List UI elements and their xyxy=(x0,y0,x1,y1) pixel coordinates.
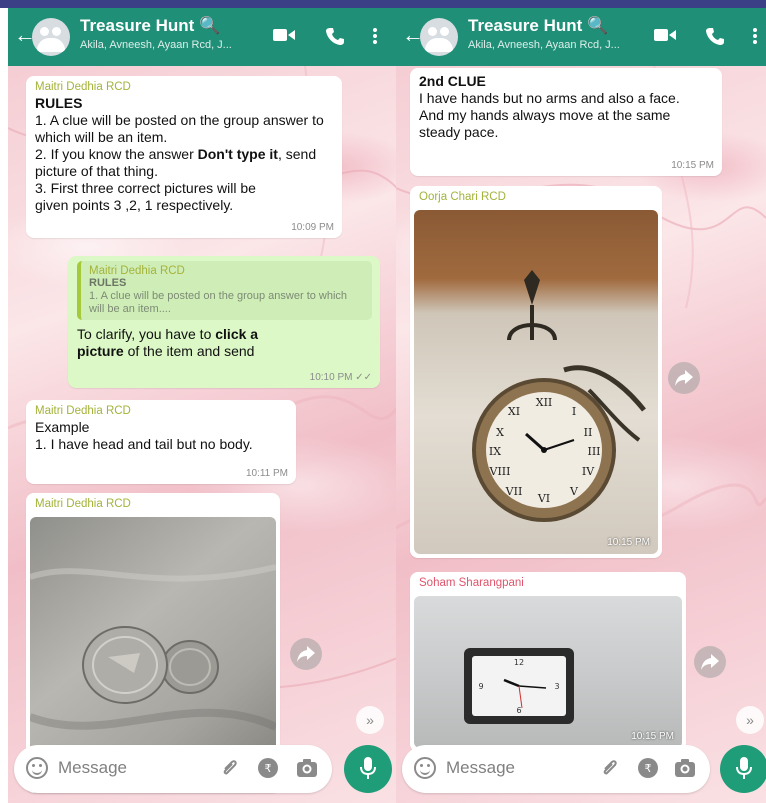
message-sender[interactable]: Oorja Chari RCD xyxy=(414,190,658,207)
chat-header: ← Treasure Hunt 🔍 Akila, Avneesh, Ayaan … xyxy=(396,8,766,66)
payment-icon[interactable]: ₹ xyxy=(638,758,658,783)
example-line-2: 1. I have head and tail but no body. xyxy=(35,436,253,452)
camera-icon[interactable] xyxy=(296,758,318,783)
svg-text:X: X xyxy=(496,426,504,439)
mic-button[interactable] xyxy=(720,745,766,793)
svg-text:VII: VII xyxy=(505,485,523,498)
image-time: 10:15 PM xyxy=(631,731,674,742)
svg-text:III: III xyxy=(587,445,600,458)
mic-button[interactable] xyxy=(344,745,392,793)
more-options-icon[interactable] xyxy=(752,27,758,50)
group-title[interactable]: Treasure Hunt 🔍 xyxy=(80,16,220,36)
message-list[interactable]: Maitri Dedhia RCD RULES 1. A clue will b… xyxy=(8,66,397,803)
clue-line-1: I have hands but no arms and also a face… xyxy=(419,90,680,106)
wall-clock-photo[interactable]: 12 3 6 9 10:15 PM xyxy=(414,596,682,748)
svg-text:3: 3 xyxy=(554,682,559,691)
svg-text:IX: IX xyxy=(489,445,501,458)
message-sender[interactable]: Maitri Dedhia RCD xyxy=(35,81,334,93)
message-time: 10:09 PM xyxy=(291,222,334,233)
quoted-title: RULES xyxy=(89,277,127,289)
quoted-text: 1. A clue will be posted on the group an… xyxy=(89,290,348,315)
rules-line-3: 3. First three correct pictures will be … xyxy=(35,180,256,213)
message-list[interactable]: 2nd CLUE I have hands but no arms and al… xyxy=(396,66,766,803)
svg-text:II: II xyxy=(584,426,593,439)
svg-text:VIII: VIII xyxy=(489,465,511,478)
mic-icon xyxy=(360,757,376,779)
message-clock-image[interactable]: Oorja Chari RCD XII I II III IV V VI VII VIII … xyxy=(410,186,662,558)
clue-line-2: And my hands always move at the same ste… xyxy=(419,107,671,140)
forward-icon[interactable] xyxy=(290,638,322,670)
message-input[interactable]: Message xyxy=(58,758,127,778)
more-options-icon[interactable] xyxy=(372,27,378,50)
message-clue-2[interactable]: 2nd CLUE I have hands but no arms and al… xyxy=(410,68,722,176)
scroll-down-icon[interactable]: » xyxy=(736,706,764,734)
rules-line-2: 2. If you know the answer Don't type it,… xyxy=(35,146,317,179)
video-call-icon[interactable] xyxy=(273,27,295,48)
svg-text:XII: XII xyxy=(536,396,553,409)
group-members[interactable]: Akila, Avneesh, Ayaan Rcd, J... xyxy=(468,39,620,51)
payment-icon[interactable]: ₹ xyxy=(258,758,278,783)
svg-text:V: V xyxy=(569,485,579,498)
svg-text:6: 6 xyxy=(516,706,521,715)
message-time: 10:10 PM ✓✓ xyxy=(309,372,372,383)
svg-text:9: 9 xyxy=(478,682,483,691)
group-members[interactable]: Akila, Avneesh, Ayaan Rcd, J... xyxy=(80,39,232,51)
quoted-message[interactable]: Maitri Dedhia RCD RULES 1. A clue will b… xyxy=(77,261,372,320)
clue-title: 2nd CLUE xyxy=(419,73,486,89)
rules-line-1: 1. A clue will be posted on the group an… xyxy=(35,112,324,145)
message-composer[interactable]: Message ₹ xyxy=(402,745,710,793)
group-title[interactable]: Treasure Hunt 🔍 xyxy=(468,16,608,36)
message-sender[interactable]: Maitri Dedhia RCD xyxy=(30,497,276,514)
image-time: 10:15 PM xyxy=(607,537,650,548)
chat-screen-right: ← Treasure Hunt 🔍 Akila, Avneesh, Ayaan … xyxy=(396,8,766,803)
message-sender[interactable]: Maitri Dedhia RCD xyxy=(35,405,288,417)
svg-text:VI: VI xyxy=(537,492,550,505)
message-rules[interactable]: Maitri Dedhia RCD RULES 1. A clue will b… xyxy=(26,76,342,238)
camera-icon[interactable] xyxy=(674,758,696,783)
group-avatar-icon[interactable] xyxy=(420,18,458,56)
attach-icon[interactable] xyxy=(600,758,620,783)
attach-icon[interactable] xyxy=(220,758,240,783)
group-avatar-icon[interactable] xyxy=(32,18,70,56)
quoted-sender: Maitri Dedhia RCD xyxy=(89,265,185,277)
example-line-1: Example xyxy=(35,419,90,435)
chat-screen-left: ← Treasure Hunt 🔍 Akila, Avneesh, Ayaan … xyxy=(8,8,397,803)
svg-text:12: 12 xyxy=(514,658,524,667)
message-wall-clock-image[interactable]: Soham Sharangpani 12 3 6 9 10:15 PM xyxy=(410,572,686,752)
chat-header: ← Treasure Hunt 🔍 Akila, Avneesh, Ayaan … xyxy=(8,8,397,66)
svg-text:I: I xyxy=(572,405,576,418)
message-time: 10:15 PM xyxy=(671,160,714,171)
message-composer[interactable]: Message ₹ xyxy=(14,745,332,793)
scroll-down-icon[interactable]: » xyxy=(356,706,384,734)
message-time: 10:11 PM xyxy=(245,468,288,479)
mic-icon xyxy=(736,757,752,779)
video-call-icon[interactable] xyxy=(654,27,676,48)
forward-icon[interactable] xyxy=(694,646,726,678)
message-sender[interactable]: Soham Sharangpani xyxy=(414,576,682,593)
svg-text:IV: IV xyxy=(582,465,595,478)
clarify-text: To clarify, you have to click a picture … xyxy=(77,326,259,359)
message-clarify[interactable]: Maitri Dedhia RCD RULES 1. A clue will b… xyxy=(68,256,380,388)
message-input[interactable]: Message xyxy=(446,758,515,778)
phone-icon[interactable] xyxy=(706,27,724,50)
emoji-icon[interactable] xyxy=(414,757,436,779)
emoji-icon[interactable] xyxy=(26,757,48,779)
top-status-strip xyxy=(0,0,766,8)
svg-text:₹: ₹ xyxy=(645,762,652,775)
phone-icon[interactable] xyxy=(326,27,344,50)
clock-photo[interactable]: XII I II III IV V VI VII VIII IX X XI 10:15 PM xyxy=(414,210,658,554)
forward-icon[interactable] xyxy=(668,362,700,394)
rules-title: RULES xyxy=(35,95,83,111)
message-example[interactable]: Maitri Dedhia RCD Example 1. I have head… xyxy=(26,400,296,484)
svg-text:XI: XI xyxy=(508,405,520,418)
svg-text:₹: ₹ xyxy=(265,762,272,775)
